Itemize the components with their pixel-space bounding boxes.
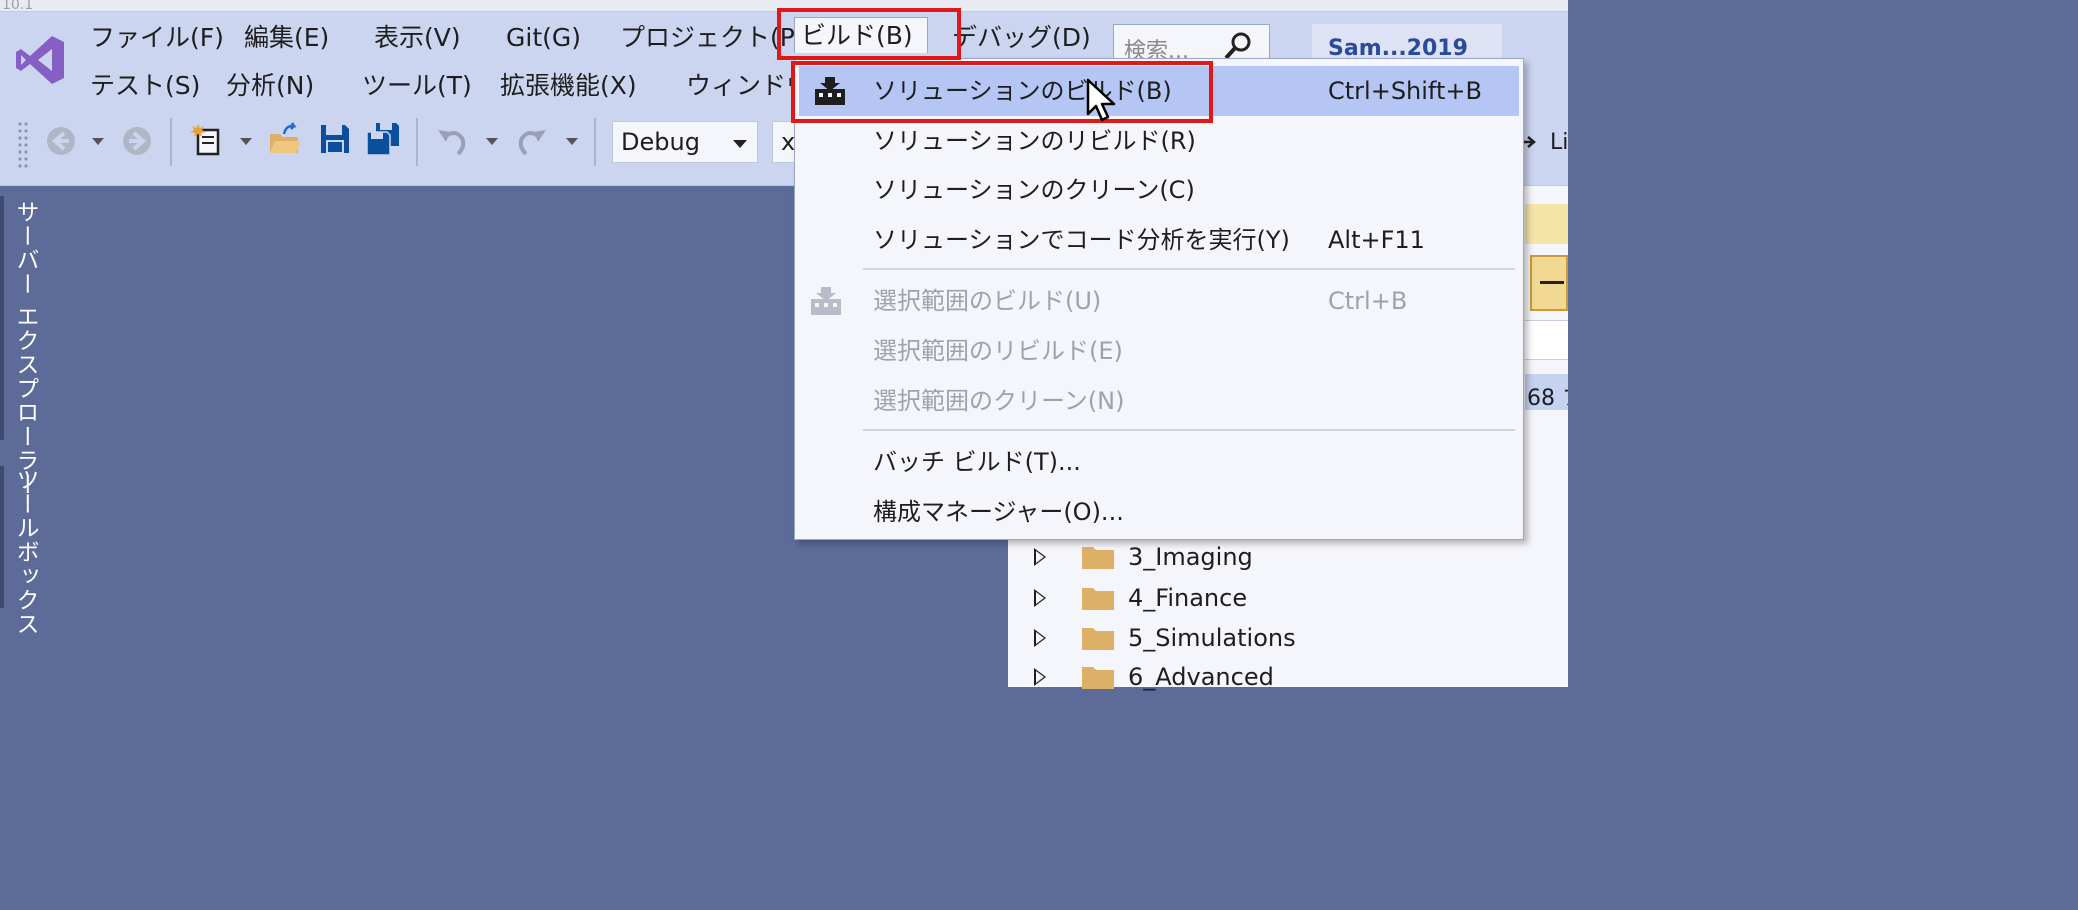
toolbar-grip-icon[interactable]	[16, 120, 30, 170]
forward-icon[interactable]	[120, 124, 154, 158]
live-share-label[interactable]: Li	[1550, 130, 1568, 155]
solution-explorer-header	[1525, 204, 1568, 244]
tree-folder-label: 5_Simulations	[1128, 624, 1296, 652]
toolbar-separator	[594, 118, 596, 166]
new-project-dropdown-icon[interactable]	[240, 138, 252, 145]
menu-item-rebuild-selection: 選択範囲のリビルド(E)	[795, 326, 1523, 376]
menu-item-run-code-analysis[interactable]: ソリューションでコード分析を実行(Y) Alt+F11	[795, 215, 1523, 265]
save-all-icon[interactable]	[366, 122, 400, 156]
annotation-highlight-build-menu	[777, 8, 961, 60]
expand-arrow-icon[interactable]	[1034, 629, 1046, 647]
menu-item-shortcut: Ctrl+Shift+B	[1328, 77, 1482, 105]
annotation-highlight-build-solution	[791, 61, 1213, 123]
configuration-value: Debug	[621, 128, 700, 156]
open-folder-icon[interactable]	[268, 122, 302, 156]
menu-item-clean-selection: 選択範囲のクリーン(N)	[795, 376, 1523, 426]
menu-item-label: 構成マネージャー(O)...	[873, 498, 1124, 526]
menu-separator	[863, 268, 1515, 270]
tree-folder-row[interactable]: 6_Advanced	[1030, 657, 1560, 697]
menu-item-label: 選択範囲のリビルド(E)	[873, 337, 1123, 365]
folder-icon	[1082, 588, 1114, 610]
menu-item-shortcut: Ctrl+B	[1328, 287, 1408, 315]
solution-configuration-select[interactable]: Debug	[612, 121, 758, 163]
menu-edit[interactable]: 編集(E)	[238, 20, 335, 56]
back-dropdown-icon[interactable]	[92, 138, 104, 145]
menu-item-label: ソリューションのクリーン(C)	[873, 176, 1195, 204]
mouse-cursor-icon	[1086, 78, 1116, 122]
tree-folder-row[interactable]: 3_Imaging	[1030, 537, 1560, 577]
toolbar-separator	[170, 118, 172, 166]
menu-debug[interactable]: デバッグ(D)	[946, 20, 1097, 56]
expand-arrow-icon[interactable]	[1034, 589, 1046, 607]
tree-folder-label: 4_Finance	[1128, 584, 1248, 612]
visual-studio-logo-icon[interactable]	[14, 34, 66, 86]
minus-icon	[1540, 281, 1564, 284]
solution-explorer-selected-row[interactable]: 68 プ	[1525, 374, 1568, 410]
menu-item-label: 選択範囲のクリーン(N)	[873, 387, 1125, 415]
folder-icon	[1082, 628, 1114, 650]
menu-git[interactable]: Git(G)	[500, 20, 587, 56]
menu-item-configuration-manager[interactable]: 構成マネージャー(O)...	[795, 487, 1523, 537]
menu-item-label: ソリューションのリビルド(R)	[873, 127, 1196, 155]
menu-separator	[863, 429, 1515, 431]
menu-item-clean-solution[interactable]: ソリューションのクリーン(C)	[795, 165, 1523, 215]
menu-item-build-selection: 選択範囲のビルド(U) Ctrl+B	[795, 276, 1523, 326]
expand-arrow-icon[interactable]	[1034, 668, 1046, 686]
menu-extensions[interactable]: 拡張機能(X)	[494, 68, 643, 104]
expand-arrow-icon[interactable]	[1034, 548, 1046, 566]
side-tab-server-explorer[interactable]: サーバー エクスプローラー	[12, 200, 42, 496]
redo-dropdown-icon[interactable]	[566, 138, 578, 145]
toolbar-separator	[416, 118, 418, 166]
chevron-down-icon	[733, 140, 747, 148]
window-strip-text: 10.1	[2, 0, 34, 12]
menu-tools[interactable]: ツール(T)	[356, 68, 478, 104]
folder-icon	[1082, 547, 1114, 569]
menu-item-rebuild-solution[interactable]: ソリューションのリビルド(R)	[795, 116, 1523, 166]
new-project-icon[interactable]	[190, 122, 224, 156]
menu-item-shortcut: Alt+F11	[1328, 226, 1425, 254]
back-icon[interactable]	[44, 124, 78, 158]
menu-item-label: 選択範囲のビルド(U)	[873, 287, 1102, 315]
undo-icon[interactable]	[436, 124, 470, 158]
tree-folder-label: 3_Imaging	[1128, 543, 1253, 571]
menu-view[interactable]: 表示(V)	[368, 20, 467, 56]
menu-test[interactable]: テスト(S)	[84, 68, 206, 104]
build-menu-dropdown: ソリューションのビルド(B) Ctrl+Shift+B ソリューションのリビルド…	[794, 58, 1524, 540]
save-icon[interactable]	[318, 122, 352, 156]
tree-folder-label: 6_Advanced	[1128, 663, 1274, 691]
menu-item-label: バッチ ビルド(T)...	[873, 448, 1081, 476]
build-selection-icon	[811, 287, 841, 315]
side-tab-indicator	[0, 196, 4, 440]
side-tab-toolbox[interactable]: ツールボックス	[12, 468, 42, 636]
menu-analyze[interactable]: 分析(N)	[220, 68, 320, 104]
folder-icon	[1082, 667, 1114, 689]
tree-folder-row[interactable]: 4_Finance	[1030, 578, 1560, 618]
menu-item-label: ソリューションでコード分析を実行(Y)	[873, 226, 1290, 254]
menu-item-batch-build[interactable]: バッチ ビルド(T)...	[795, 437, 1523, 487]
menu-file[interactable]: ファイル(F)	[84, 20, 230, 56]
solution-explorer-search-input[interactable]	[1525, 320, 1568, 360]
redo-icon[interactable]	[514, 124, 548, 158]
side-tab-indicator	[0, 466, 4, 608]
tree-folder-row[interactable]: 5_Simulations	[1030, 618, 1560, 658]
solution-explorer-toolbar-button[interactable]	[1530, 255, 1568, 311]
search-icon	[1224, 32, 1251, 60]
undo-dropdown-icon[interactable]	[486, 138, 498, 145]
